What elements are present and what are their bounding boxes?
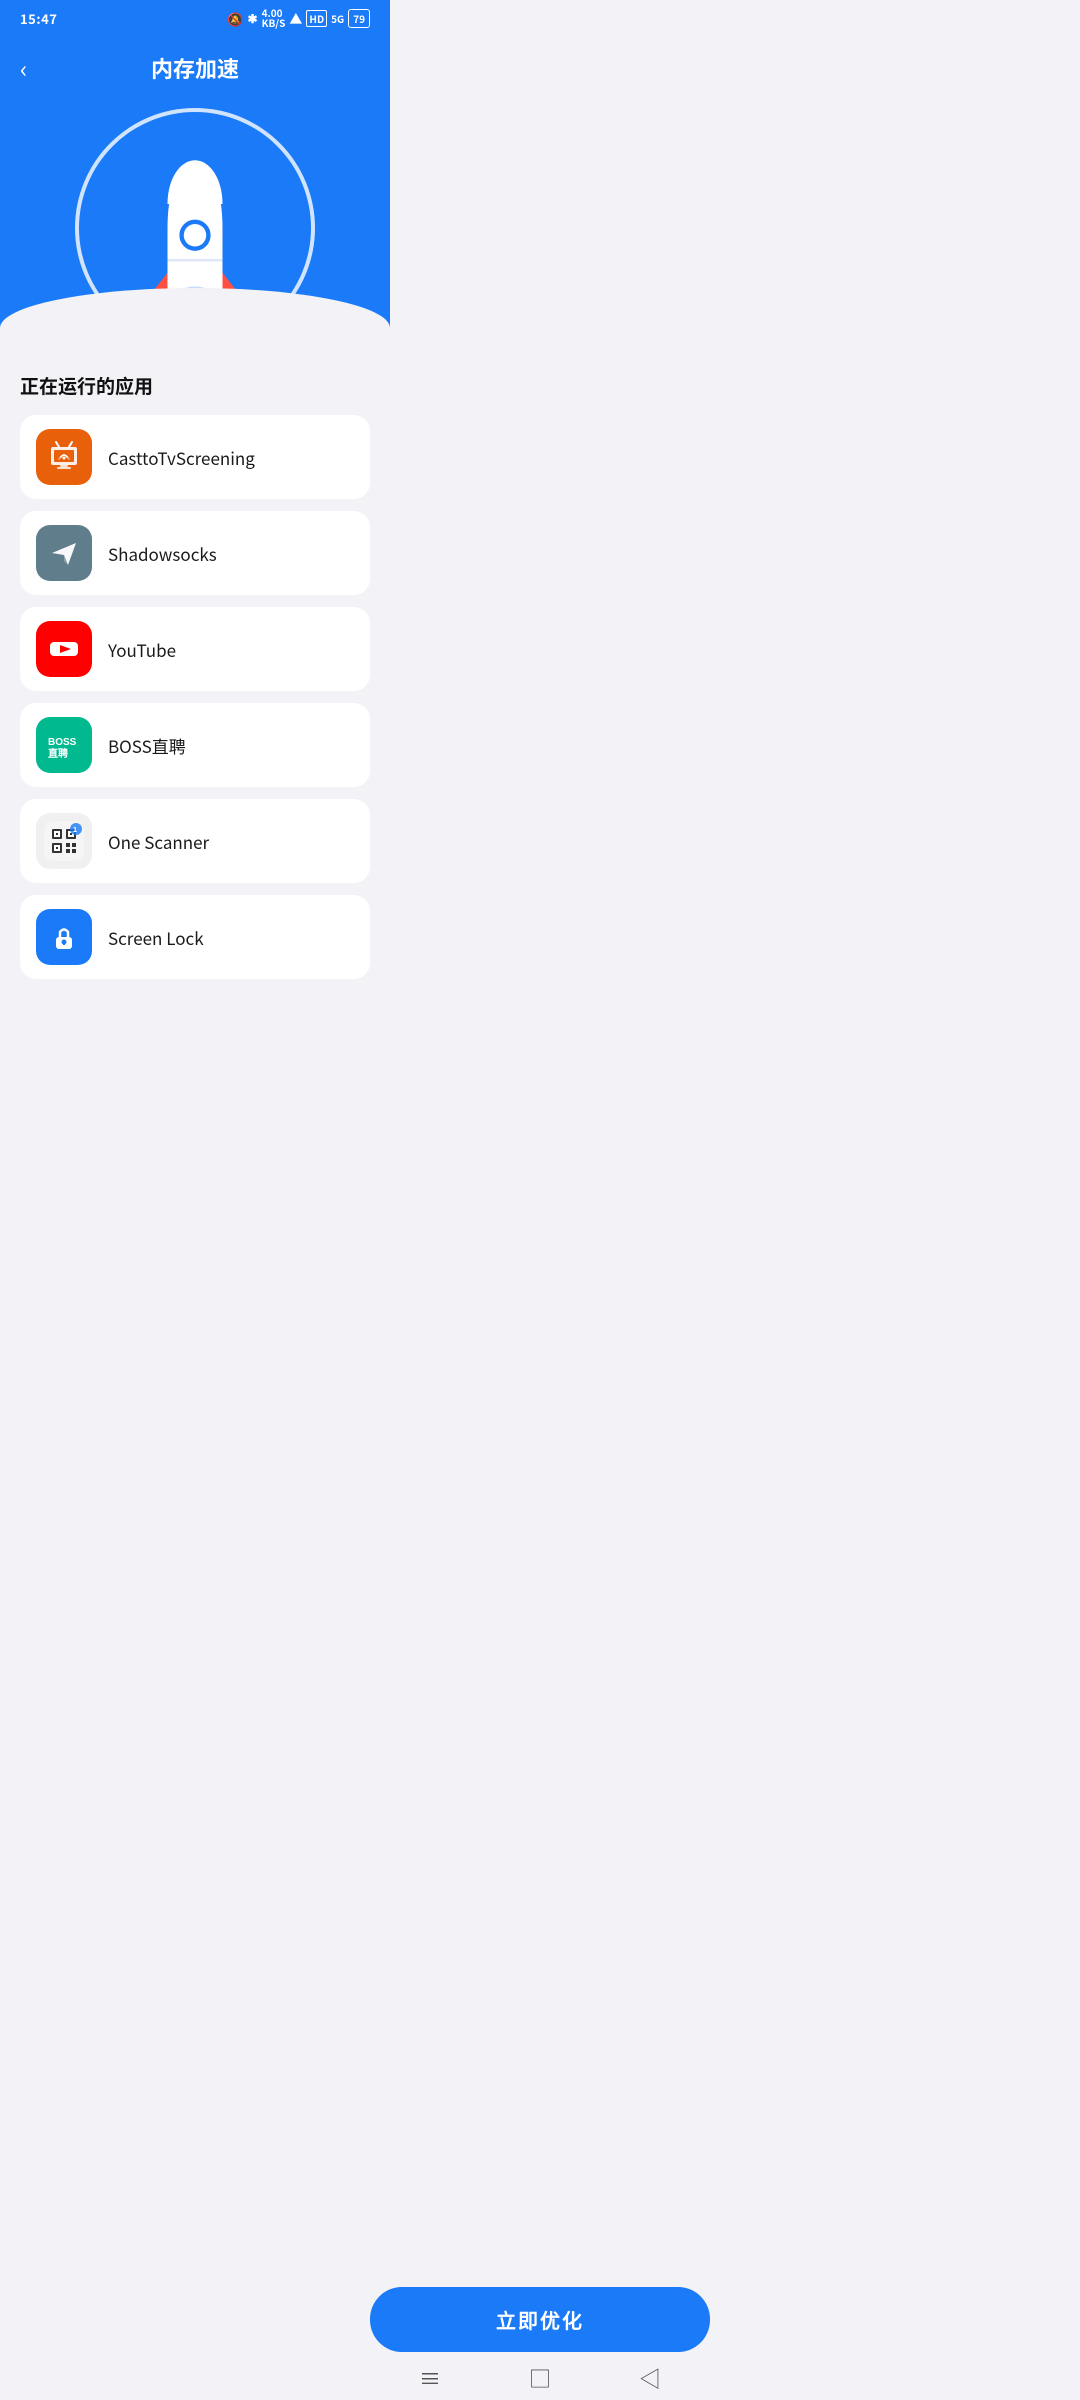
section-title: 正在运行的应用 xyxy=(20,372,370,399)
header: ‹ 内存加速 xyxy=(0,36,390,88)
page-title: 内存加速 xyxy=(151,52,239,84)
app-icon-casttotv xyxy=(36,429,92,485)
app-icon-onescanner: 1 xyxy=(36,813,92,869)
app-name-boss: BOSS直聘 xyxy=(108,733,186,758)
hero-section xyxy=(0,88,390,348)
list-item: CasttoTvScreening xyxy=(20,415,370,499)
svg-text:1: 1 xyxy=(73,825,77,835)
apps-section: 正在运行的应用 xyxy=(0,348,390,1091)
status-time: 15:47 xyxy=(20,9,57,28)
app-icon-shadowsocks xyxy=(36,525,92,581)
hero-bottom-curve xyxy=(0,288,390,348)
bell-icon: 🔕 xyxy=(227,9,243,28)
hd-icon: HD xyxy=(306,10,327,27)
optimize-button[interactable]: 立即优化 xyxy=(370,2287,710,2352)
app-name-casttotv: CasttoTvScreening xyxy=(108,445,255,470)
svg-text:BOSS: BOSS xyxy=(48,737,77,748)
bluetooth-icon: ✱ xyxy=(248,10,258,27)
app-icon-youtube xyxy=(36,621,92,677)
wifi-icon: ▲ xyxy=(289,9,302,28)
bottom-nav: ≡ □ ◁ xyxy=(345,2356,735,2400)
app-name-youtube: YouTube xyxy=(108,637,176,662)
list-item: Shadowsocks xyxy=(20,511,370,595)
menu-nav-button[interactable]: ≡ xyxy=(419,2362,441,2394)
signal-icon: 5G xyxy=(331,11,344,26)
back-button[interactable]: ‹ xyxy=(20,56,27,80)
list-item: Screen Lock xyxy=(20,895,370,979)
app-icon-boss: BOSS 直聘 xyxy=(36,717,92,773)
list-item: YouTube xyxy=(20,607,370,691)
home-nav-button[interactable]: □ xyxy=(529,2362,551,2394)
app-name-onescanner: One Scanner xyxy=(108,829,209,854)
back-nav-button[interactable]: ◁ xyxy=(639,2362,661,2394)
app-name-shadowsocks: Shadowsocks xyxy=(108,541,217,566)
status-bar: 15:47 🔕 ✱ 4.00KB/S ▲ HD 5G 79 xyxy=(0,0,390,36)
data-speed: 4.00KB/S xyxy=(262,8,286,28)
status-icons: 🔕 ✱ 4.00KB/S ▲ HD 5G 79 xyxy=(227,8,370,28)
app-icon-screenlock xyxy=(36,909,92,965)
list-item: BOSS 直聘 BOSS直聘 xyxy=(20,703,370,787)
list-item: 1 One Scanner xyxy=(20,799,370,883)
app-list: CasttoTvScreening Shadowsocks xyxy=(20,415,370,991)
svg-text:直聘: 直聘 xyxy=(48,747,68,760)
battery-icon: 79 xyxy=(348,9,370,28)
app-name-screenlock: Screen Lock xyxy=(108,925,204,950)
optimize-btn-container: 立即优化 xyxy=(370,2287,710,2352)
